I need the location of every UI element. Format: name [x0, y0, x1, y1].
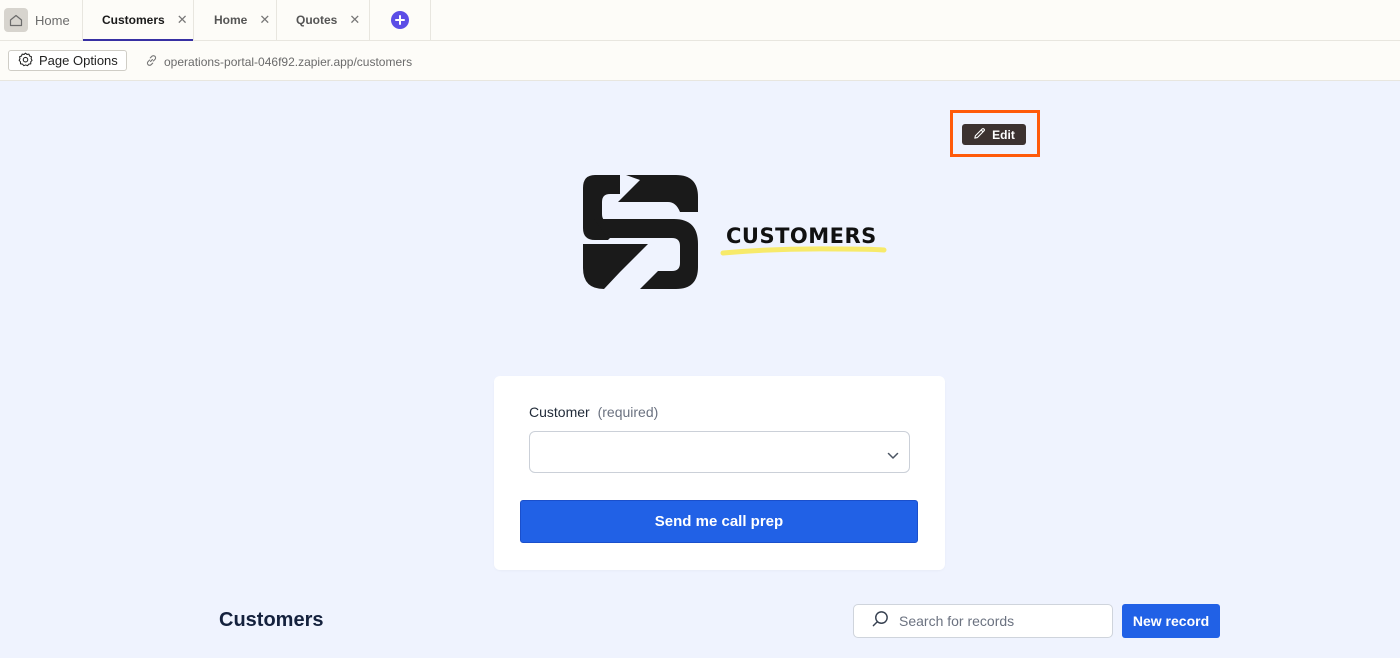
chevron-down-icon [887, 447, 899, 465]
field-label-text: Customer [529, 404, 590, 420]
url-text: operations-portal-046f92.zapier.app/cust… [164, 55, 413, 69]
search-placeholder: Search for records [899, 613, 1015, 629]
pencil-icon [973, 127, 986, 143]
tab-label: Home [35, 12, 70, 28]
logo-title: CUSTOMERS [726, 224, 877, 248]
tab-customers[interactable]: Customers ✕ [83, 0, 194, 41]
tab-bar: Home Customers ✕ Home ✕ Quotes ✕ [0, 0, 1400, 41]
page-toolbar: Page Options operations-portal-046f92.za… [0, 41, 1400, 81]
close-icon[interactable]: ✕ [259, 12, 273, 28]
tab-quotes[interactable]: Quotes ✕ [277, 0, 370, 40]
home-icon [4, 8, 28, 32]
add-tab-button[interactable] [370, 0, 431, 40]
link-icon [145, 54, 158, 70]
tab-home-pinned[interactable]: Home [0, 0, 83, 40]
search-icon [871, 609, 890, 633]
new-record-button[interactable]: New record [1122, 604, 1220, 638]
tab-home[interactable]: Home ✕ [194, 0, 277, 40]
close-icon[interactable]: ✕ [177, 12, 191, 28]
tab-label: Customers [102, 13, 165, 27]
edit-label: Edit [992, 127, 1015, 142]
close-icon[interactable]: ✕ [349, 12, 363, 28]
page-url[interactable]: operations-portal-046f92.zapier.app/cust… [145, 54, 412, 70]
search-records-input[interactable]: Search for records [853, 604, 1113, 638]
brand-logo-icon [580, 172, 702, 297]
required-hint: (required) [597, 404, 659, 420]
tab-label: Quotes [296, 13, 338, 27]
plus-circle-icon [391, 11, 409, 29]
customer-field-label: Customer (required) [529, 404, 658, 420]
page-options-button[interactable]: Page Options [8, 50, 127, 71]
records-section-title: Customers [219, 609, 324, 631]
edit-button[interactable]: Edit [962, 124, 1026, 145]
page-options-label: Page Options [39, 53, 118, 68]
call-prep-form: Customer (required) Send me call prep [494, 376, 945, 570]
gear-icon [18, 52, 33, 70]
customer-select[interactable] [529, 431, 910, 473]
send-call-prep-button[interactable]: Send me call prep [520, 500, 918, 543]
tab-label: Home [214, 13, 248, 27]
